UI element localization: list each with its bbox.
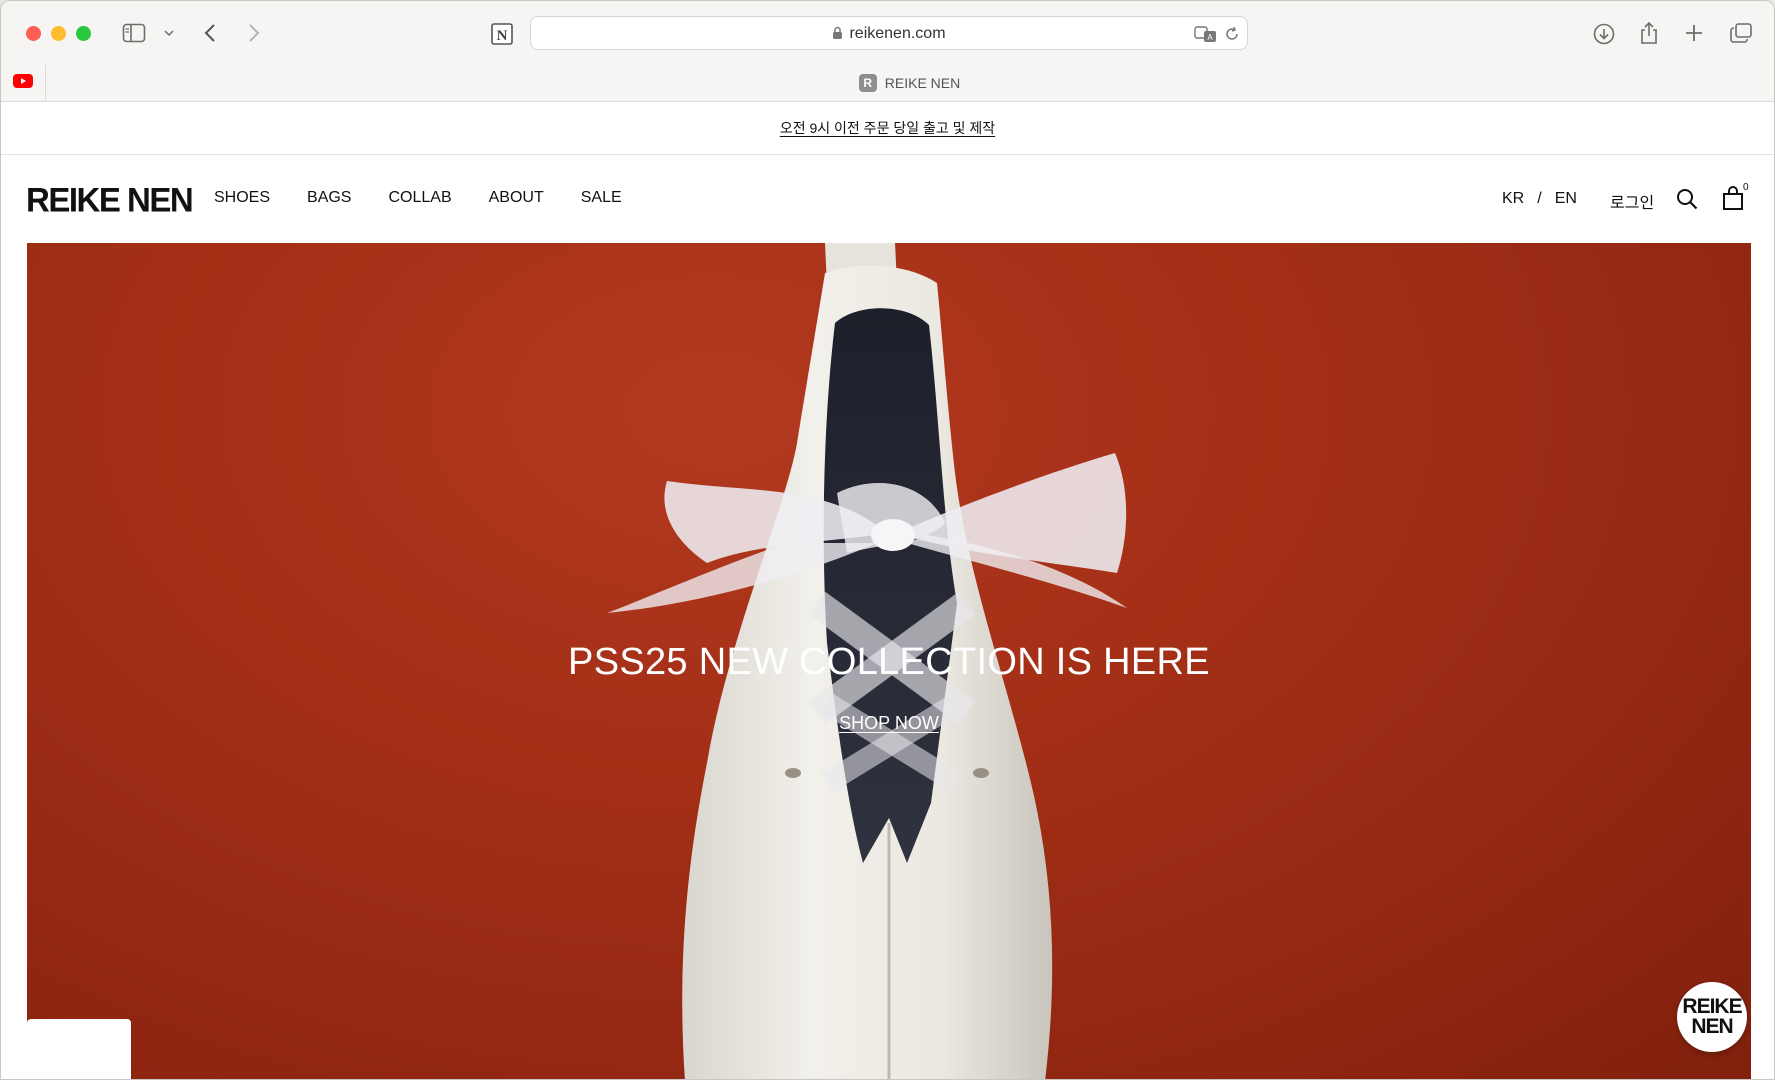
site-header: REIKE NEN SHOES BAGS COLLAB ABOUT SALE K… [1, 155, 1774, 243]
lang-en[interactable]: EN [1555, 190, 1577, 207]
chat-badge-button[interactable]: REIKE NEN [1677, 982, 1747, 1052]
hero-banner[interactable]: PSS25 NEW COLLECTION IS HERE SHOP NOW [27, 243, 1751, 1079]
announcement-link[interactable]: 오전 9시 이전 주문 당일 출고 및 제작 [780, 118, 995, 138]
hero-title: PSS25 NEW COLLECTION IS HERE [568, 641, 1210, 683]
nav-collab[interactable]: COLLAB [388, 189, 451, 207]
lang-separator: / [1537, 190, 1542, 207]
tab-title: REIKE NEN [884, 75, 961, 91]
nav-bags[interactable]: BAGS [307, 189, 351, 207]
new-tab-icon[interactable] [1682, 21, 1706, 45]
youtube-icon [13, 73, 33, 93]
site-favicon: R [858, 74, 877, 92]
share-icon[interactable] [1637, 19, 1661, 47]
notion-icon[interactable]: N [489, 21, 515, 47]
translate-icon[interactable]: A [1193, 23, 1219, 45]
reload-icon[interactable] [1222, 24, 1242, 44]
close-window-button[interactable] [26, 26, 41, 41]
tab-strip: R REIKE NEN [1, 65, 1774, 101]
bottom-left-widget[interactable] [27, 1019, 131, 1079]
login-link[interactable]: 로그인 [1610, 189, 1654, 213]
sidebar-toggle-icon[interactable] [121, 21, 147, 45]
back-icon[interactable] [200, 21, 220, 45]
nav-sale[interactable]: SALE [581, 189, 622, 207]
minimize-window-button[interactable] [51, 26, 66, 41]
browser-toolbar: N reikenen.com A R REIKE NEN [1, 1, 1774, 102]
announcement-bar: 오전 9시 이전 주문 당일 출고 및 제작 [1, 101, 1774, 155]
chat-badge-line2: NEN [1691, 1015, 1733, 1038]
svg-text:N: N [497, 28, 508, 44]
tab-reike-nen[interactable]: R REIKE NEN [45, 65, 1774, 101]
chat-badge-line1: REIKE [1682, 995, 1742, 1018]
cart-icon[interactable] [1721, 185, 1745, 211]
url-text: reikenen.com [849, 25, 946, 42]
forward-icon[interactable] [244, 21, 264, 45]
tab-overview-icon[interactable] [1728, 21, 1754, 45]
lang-kr[interactable]: KR [1502, 190, 1524, 207]
search-icon[interactable] [1675, 187, 1699, 211]
download-icon[interactable] [1591, 21, 1617, 47]
main-nav: SHOES BAGS COLLAB ABOUT SALE [214, 189, 659, 207]
shop-now-link[interactable]: SHOP NOW [839, 713, 939, 733]
lock-icon [832, 19, 843, 53]
svg-text:A: A [1207, 33, 1213, 42]
site-logo[interactable]: REIKE NEN [26, 180, 194, 220]
shop-now-link-wrapper: SHOP NOW [27, 713, 1751, 734]
chevron-down-icon[interactable] [161, 25, 177, 41]
language-switcher: KR / EN [1502, 190, 1577, 208]
nav-shoes[interactable]: SHOES [214, 189, 270, 207]
browser-window: N reikenen.com A R REIKE NEN 오전 9시 이전 주문… [0, 0, 1775, 1080]
cart-count: 0 [1743, 182, 1749, 193]
address-bar[interactable]: reikenen.com A [530, 16, 1248, 50]
nav-about[interactable]: ABOUT [489, 189, 544, 207]
maximize-window-button[interactable] [76, 26, 91, 41]
pinned-tab-youtube[interactable] [1, 65, 46, 101]
